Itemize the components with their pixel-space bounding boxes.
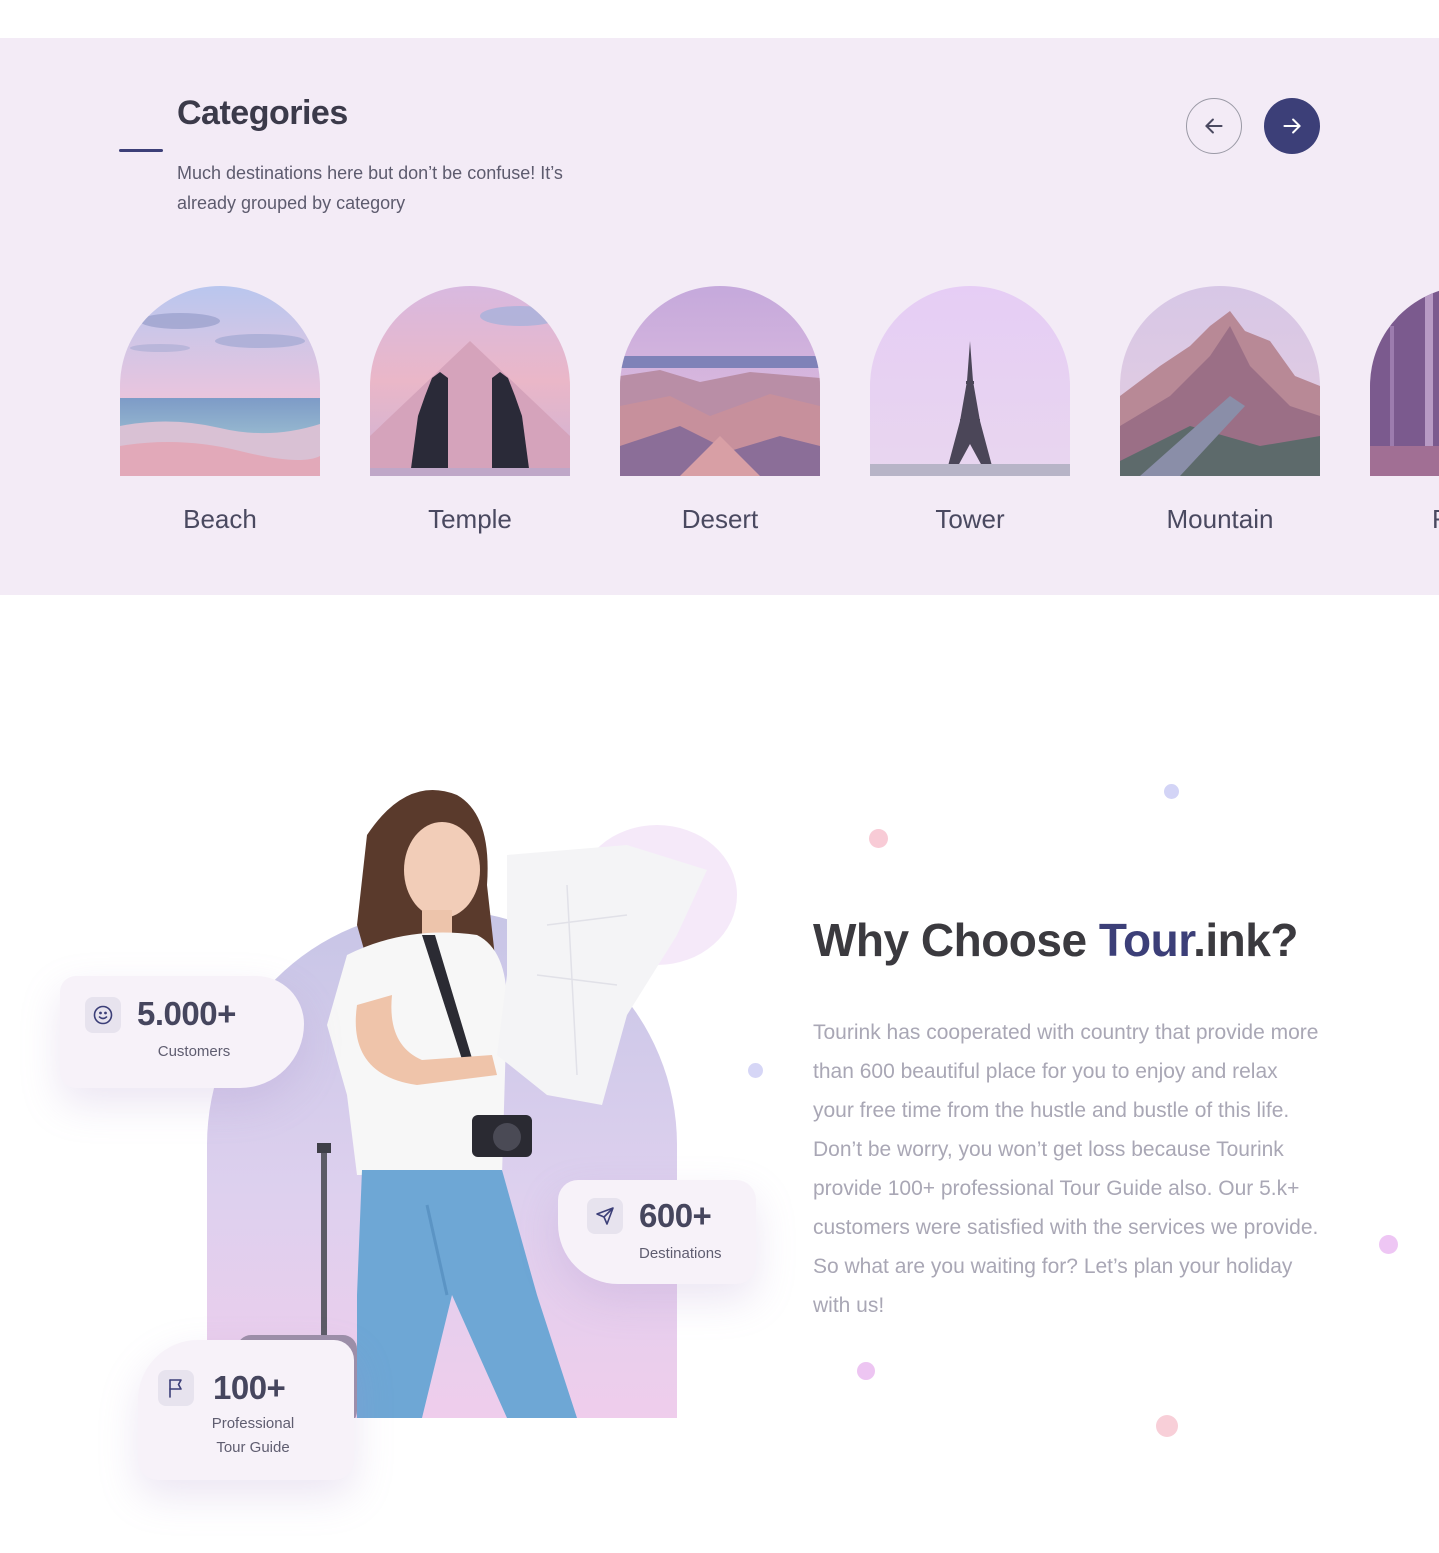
why-title-brand: Tour (1098, 914, 1194, 966)
guides-label-line2: Tour Guide (216, 1439, 290, 1456)
tower-image (870, 286, 1070, 476)
smile-icon (85, 997, 121, 1033)
category-card-beach[interactable]: Beach (120, 286, 320, 535)
category-label: Beach (183, 504, 257, 534)
decor-dot (1379, 1235, 1398, 1254)
category-card-mountain[interactable]: Mountain (1120, 286, 1320, 535)
category-label: F (1370, 504, 1439, 535)
why-title-prefix: Why Choose (813, 914, 1099, 966)
beach-image (120, 286, 320, 476)
next-button[interactable] (1264, 98, 1320, 154)
categories-subtitle: Much destinations here but don’t be conf… (177, 163, 563, 213)
categories-title: Categories (177, 94, 348, 132)
forest-image (1370, 286, 1439, 476)
traveler-illustration (237, 790, 737, 1418)
guides-label-line1: Professional (211, 1415, 295, 1432)
arrow-left-icon (1205, 118, 1223, 134)
decor-dot (869, 829, 888, 848)
category-label: Tower (935, 504, 1005, 534)
customers-label: Customers (157, 1043, 231, 1060)
category-card-forest[interactable]: F (1370, 286, 1439, 535)
arrow-right-icon (1283, 118, 1301, 134)
category-label: Mountain (1166, 504, 1274, 534)
stat-destinations: 600+ Destinations (558, 1180, 756, 1284)
why-title-suffix: .ink? (1193, 914, 1298, 966)
mountain-image (1120, 286, 1320, 476)
stat-customers: 5.000+ Customers (60, 976, 304, 1088)
category-card-desert[interactable]: Desert (620, 286, 820, 535)
decor-dot (857, 1362, 875, 1380)
decor-dot (1164, 784, 1179, 799)
category-card-temple[interactable]: Temple (370, 286, 570, 535)
prev-button[interactable] (1186, 98, 1242, 154)
flag-icon (158, 1370, 194, 1406)
send-icon (587, 1198, 623, 1234)
title-dash (119, 149, 163, 152)
decor-dot (1156, 1415, 1178, 1437)
destinations-value: 600+ (639, 1197, 712, 1234)
why-title: Why Choose Tour.ink? (813, 913, 1298, 967)
customers-value: 5.000+ (137, 995, 236, 1032)
guides-value: 100+ (213, 1369, 286, 1406)
categories-section: Categories Much destinations here but do… (0, 38, 1439, 595)
temple-image (370, 286, 570, 476)
category-label: Temple (428, 504, 512, 534)
why-description: Tourink has cooperated with country that… (813, 1021, 1319, 1317)
category-label: Desert (681, 504, 759, 534)
category-card-tower[interactable]: Tower (870, 286, 1070, 535)
destinations-label: Destinations (639, 1245, 722, 1262)
stat-guides: 100+ Professional Tour Guide (138, 1340, 354, 1480)
desert-image (620, 286, 820, 476)
